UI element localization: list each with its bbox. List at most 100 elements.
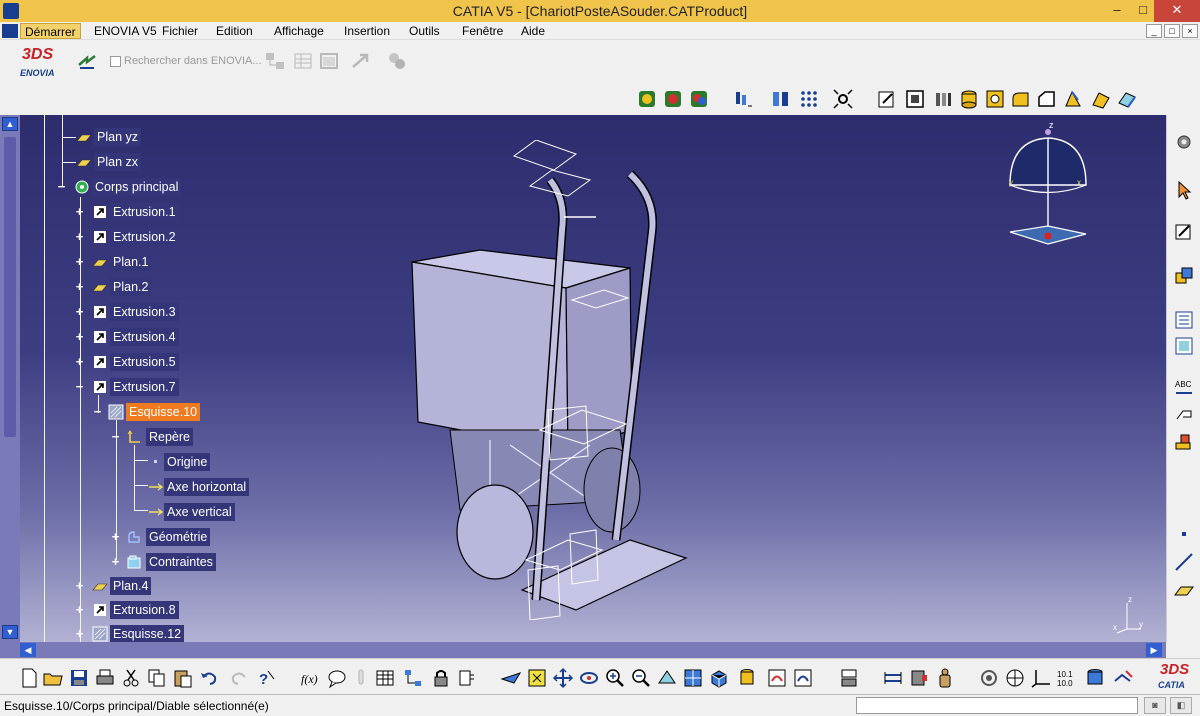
catia-logo[interactable]: 3DS CATIA (1154, 661, 1198, 693)
sketch-analysis-icon[interactable] (1173, 221, 1195, 243)
units-readout-icon[interactable]: 10.1 10.0 (1056, 667, 1078, 689)
zoom-out-icon[interactable] (630, 667, 652, 689)
enovia-lifecycle-icon[interactable] (386, 50, 408, 72)
table-icon[interactable] (374, 667, 396, 689)
help-icon[interactable]: ? (256, 667, 278, 689)
enovia-send-icon[interactable] (350, 50, 372, 72)
new-file-icon[interactable] (18, 667, 40, 689)
sketch-grid-icon[interactable] (1004, 667, 1026, 689)
boolean-icon[interactable] (1173, 265, 1195, 287)
close-button[interactable]: ✕ (1154, 0, 1200, 22)
collapse-icon[interactable]: − (110, 430, 121, 443)
thickness-icon[interactable] (1116, 88, 1138, 110)
shell-icon[interactable] (1090, 88, 1112, 110)
profile-frame-icon[interactable] (1173, 335, 1195, 357)
database-icon[interactable] (1084, 667, 1106, 689)
update-icon[interactable] (838, 667, 860, 689)
measure-inertia-icon[interactable] (934, 667, 956, 689)
enovia-logo[interactable]: 3DS ENOVIA (16, 46, 64, 80)
menu-enovia[interactable]: ENOVIA V5 (90, 23, 161, 39)
no-show-icon[interactable] (1112, 667, 1134, 689)
flag-note-icon[interactable] (1173, 403, 1195, 425)
collapse-icon[interactable]: − (74, 380, 85, 393)
compass-widget[interactable]: z y x (1000, 120, 1095, 250)
enovia-tree-icon[interactable] (264, 50, 286, 72)
profile-list-icon[interactable] (1173, 309, 1195, 331)
menu-fichier[interactable]: Fichier (158, 23, 202, 39)
mdi-restore-button[interactable]: □ (1164, 24, 1180, 38)
collapse-icon[interactable]: − (92, 405, 103, 418)
menu-affichage[interactable]: Affichage (270, 23, 328, 39)
draft-icon[interactable] (1062, 88, 1084, 110)
status-options-button[interactable]: ◧ (1170, 697, 1192, 714)
iso-view-icon[interactable] (708, 667, 730, 689)
point-tool-icon[interactable] (1173, 523, 1195, 545)
expand-icon[interactable]: + (74, 280, 85, 293)
zoom-in-icon[interactable] (604, 667, 626, 689)
expand-icon[interactable]: + (74, 603, 85, 616)
fit-all-icon[interactable] (832, 88, 854, 110)
grid-points-icon[interactable] (798, 88, 820, 110)
knowledge-tree-icon[interactable] (402, 667, 424, 689)
shading-icon[interactable] (736, 667, 758, 689)
mdi-close-button[interactable]: × (1182, 24, 1198, 38)
rotate-icon[interactable] (578, 667, 600, 689)
select-cursor-icon[interactable] (1173, 179, 1195, 201)
expand-icon[interactable]: + (74, 255, 85, 268)
plane-tool-icon[interactable] (1173, 579, 1195, 601)
fit-all-in-icon[interactable] (526, 667, 548, 689)
expand-icon[interactable]: + (74, 230, 85, 243)
scroll-up-arrow-icon[interactable]: ▲ (2, 117, 18, 131)
sketcher-icon[interactable] (876, 88, 898, 110)
line-tool-icon[interactable] (1173, 551, 1195, 573)
parameters-icon[interactable] (456, 667, 478, 689)
expand-icon[interactable]: + (110, 555, 121, 568)
enovia-window-icon[interactable] (318, 50, 340, 72)
comment-icon[interactable] (326, 667, 348, 689)
copy-icon[interactable] (146, 667, 168, 689)
expand-icon[interactable]: + (74, 355, 85, 368)
measure-icon[interactable] (1173, 431, 1195, 453)
render-shading-icon[interactable] (636, 88, 658, 110)
exit-workbench-icon[interactable] (904, 88, 926, 110)
collapse-icon[interactable]: − (56, 180, 67, 193)
render-material-icon[interactable] (662, 88, 684, 110)
expand-icon[interactable]: + (74, 330, 85, 343)
text-annotation-icon[interactable]: ABC (1173, 377, 1195, 399)
pan-icon[interactable] (552, 667, 574, 689)
undo-icon[interactable] (198, 667, 220, 689)
catalog-icon[interactable] (732, 88, 754, 110)
print-icon[interactable] (94, 667, 116, 689)
lock-icon[interactable] (430, 667, 452, 689)
chamfer-icon[interactable] (1036, 88, 1058, 110)
save-icon[interactable] (68, 667, 90, 689)
mdi-minimize-button[interactable]: _ (1146, 24, 1162, 38)
cut-icon[interactable] (120, 667, 142, 689)
menu-fenetre[interactable]: Fenêtre (458, 23, 507, 39)
formula-icon[interactable]: f(x) (300, 667, 322, 689)
expand-icon[interactable]: + (74, 305, 85, 318)
redo-icon[interactable] (228, 667, 250, 689)
hole-icon[interactable] (984, 88, 1006, 110)
enovia-grid-icon[interactable] (292, 50, 314, 72)
menu-aide[interactable]: Aide (517, 23, 549, 39)
menu-edition[interactable]: Edition (212, 23, 257, 39)
expand-icon[interactable]: + (74, 579, 85, 592)
hand-truck-model[interactable] (390, 140, 710, 620)
paste-icon[interactable] (172, 667, 194, 689)
cylinder-icon[interactable] (958, 88, 980, 110)
horizontal-scrollbar[interactable]: ◀ ▶ (0, 642, 1166, 658)
expand-icon[interactable]: + (110, 530, 121, 543)
menu-demarrer[interactable]: Démarrer (20, 23, 81, 39)
enovia-connect-icon[interactable] (76, 50, 98, 72)
open-folder-icon[interactable] (42, 667, 64, 689)
multi-view-icon[interactable] (682, 667, 704, 689)
gear-icon[interactable] (1173, 131, 1195, 153)
scroll-left-arrow-icon[interactable]: ◀ (20, 643, 36, 657)
expand-icon[interactable]: + (74, 205, 85, 218)
hide-show-icon[interactable] (766, 667, 788, 689)
search-enovia-label[interactable]: Rechercher dans ENOVIA... (124, 55, 262, 67)
command-input[interactable] (856, 697, 1138, 714)
compare-icon[interactable] (770, 88, 792, 110)
render-scene-icon[interactable] (688, 88, 710, 110)
